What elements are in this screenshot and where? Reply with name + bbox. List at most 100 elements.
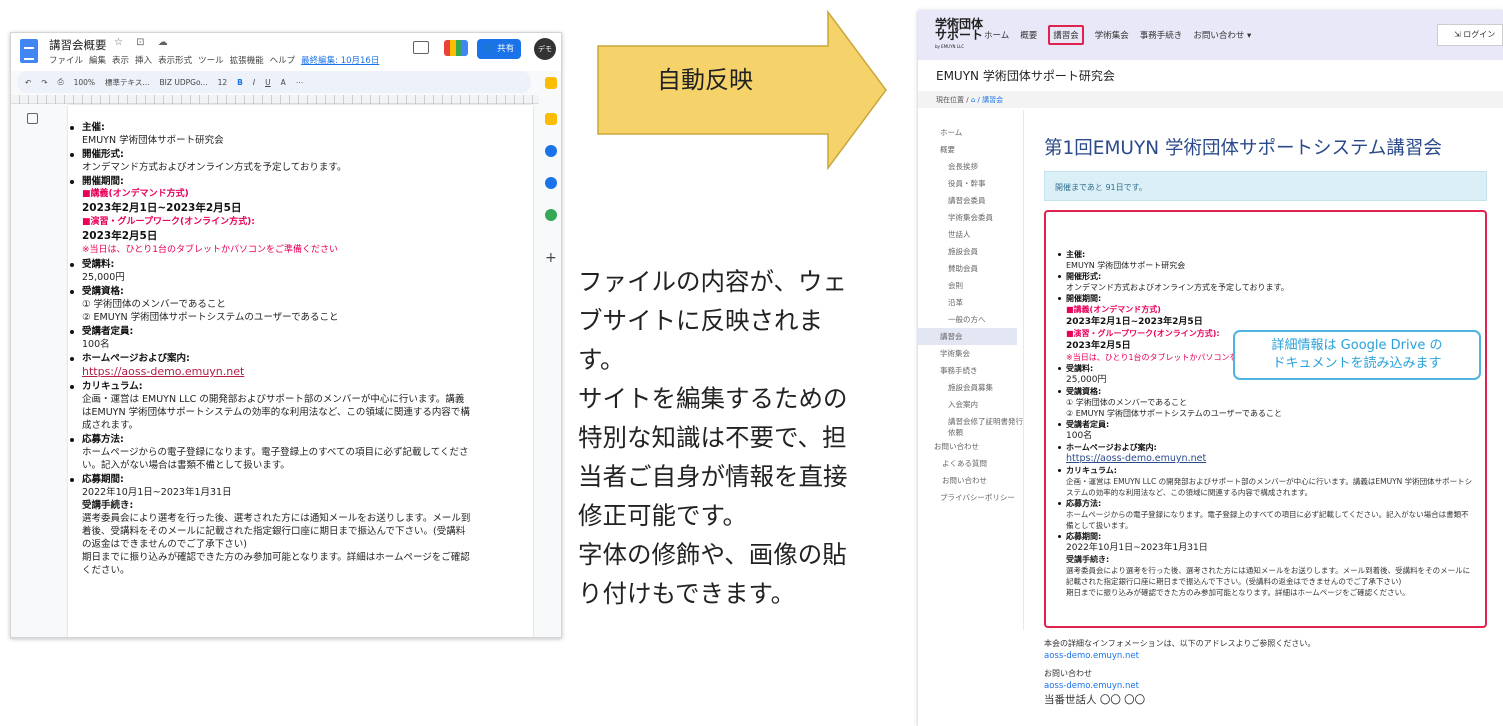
tasks-icon[interactable]: [545, 113, 557, 125]
bold-icon[interactable]: B: [237, 78, 243, 87]
comment-icon[interactable]: [413, 41, 429, 54]
arrow-label: 自動反映: [657, 66, 753, 94]
print-icon[interactable]: ⎙: [58, 77, 64, 87]
host-label: 主催:: [70, 121, 472, 134]
homepage-link[interactable]: https://aoss-demo.emuyn.net: [1066, 453, 1474, 465]
document-body[interactable]: 主催: EMUYN 学術団体サポート研究会 開催形式: オンデマンド方式およびオ…: [70, 120, 472, 577]
sidebar-item[interactable]: 入会案内: [918, 396, 1023, 413]
caption-line: 字体の修飾や、画像の貼: [578, 540, 847, 569]
sidebar-item[interactable]: 会長挨拶: [918, 158, 1023, 175]
undo-icon[interactable]: ↶: [25, 78, 31, 87]
meet-icon[interactable]: [444, 40, 468, 56]
login-button[interactable]: ⇲ ログイン: [1437, 24, 1503, 46]
menu-extensions[interactable]: 拡張機能: [230, 54, 264, 66]
nav-contact[interactable]: お問い合わせ ▾: [1193, 29, 1251, 45]
sidebar-item[interactable]: お問い合わせ: [918, 438, 1023, 455]
breadcrumb-current[interactable]: / 講習会: [978, 96, 1004, 104]
docs-toolbar: ↶ ↷ ⎙ 100% 標準テキス... BIZ UDPGo... 12 B I …: [17, 71, 531, 93]
nav-conference[interactable]: 学術集会: [1095, 29, 1129, 45]
underline-icon[interactable]: U: [265, 78, 271, 87]
avatar[interactable]: デモ: [534, 38, 556, 60]
apply-label: 応募方法:: [1058, 498, 1474, 509]
lecture-dates: 2023年2月1日~2023年2月5日: [82, 202, 242, 214]
footer-link[interactable]: aoss-demo.emuyn.net: [1044, 650, 1315, 662]
sidebar-item[interactable]: 事務手続き: [918, 362, 1023, 379]
sidebar-item[interactable]: 会則: [918, 277, 1023, 294]
contacts-icon[interactable]: [545, 177, 557, 189]
more-icon[interactable]: ⋯: [296, 78, 304, 87]
sidebar-item[interactable]: 概要: [918, 141, 1023, 158]
logo-line-2: サポート: [935, 28, 984, 42]
calendar-icon[interactable]: [545, 145, 557, 157]
menu-view[interactable]: 表示: [112, 54, 129, 66]
nav-seminar[interactable]: 講習会: [1048, 25, 1084, 45]
font-select[interactable]: BIZ UDPGo...: [159, 78, 207, 87]
sidebar-item[interactable]: 役員・幹事: [918, 175, 1023, 192]
italic-icon[interactable]: I: [253, 78, 255, 87]
footer-contact-link[interactable]: aoss-demo.emuyn.net: [1044, 680, 1315, 692]
docs-logo-icon[interactable]: [20, 39, 38, 63]
curriculum-text: 企画・運営は EMUYN LLC の開発部およびサポート部のメンバーが中心に行い…: [1066, 477, 1473, 497]
sidebar-item[interactable]: ホーム: [918, 124, 1023, 141]
sidebar-item[interactable]: プライバシーポリシー: [918, 489, 1023, 506]
sidebar-item[interactable]: 学術集会: [918, 345, 1023, 362]
menu-help[interactable]: ヘルプ: [270, 54, 296, 66]
countdown-alert: 開催まであと 91日です。: [1044, 171, 1487, 201]
sidebar-item[interactable]: お問い合わせ: [918, 472, 1023, 489]
menu-format[interactable]: 表示形式: [158, 54, 192, 66]
format-value: オンデマンド方式およびオンライン方式を予定しております。: [1066, 283, 1289, 292]
capacity-value: 100名: [82, 339, 110, 350]
sidebar-item[interactable]: 学術集会委員: [918, 209, 1023, 226]
nav-procedures[interactable]: 事務手続き: [1140, 29, 1183, 45]
qualification-label: 受講資格:: [70, 285, 472, 298]
menu-file[interactable]: ファイル: [49, 54, 83, 66]
site-content-list: 主催: EMUYN 学術団体サポート研究会 開催形式: オンデマンド方式およびオ…: [1058, 249, 1474, 598]
sidebar-item[interactable]: 施設会員募集: [918, 379, 1023, 396]
home-icon[interactable]: ⌂: [971, 96, 975, 104]
share-button[interactable]: 👤 共有: [477, 39, 521, 59]
site-logo[interactable]: 学術団体 サポート by EMUYN LLC: [935, 18, 984, 52]
font-size-input[interactable]: 12: [218, 78, 228, 87]
homepage-label: ホームページおよび案内:: [70, 352, 472, 365]
sidebar-item[interactable]: 沿革: [918, 294, 1023, 311]
redo-icon[interactable]: ↷: [41, 78, 47, 87]
outline-icon[interactable]: [27, 113, 38, 124]
sidebar-item[interactable]: 講習会委員: [918, 192, 1023, 209]
workshop-label: ■演習・グループワーク(オンライン方式):: [82, 217, 255, 227]
homepage-link[interactable]: https://aoss-demo.emuyn.net: [82, 365, 472, 379]
sidebar-item[interactable]: 依頼: [918, 428, 1023, 438]
sidebar-item[interactable]: 世話人: [918, 226, 1023, 243]
lecture-dates: 2023年2月1日~2023年2月5日: [1066, 316, 1203, 327]
homepage-label: ホームページおよび案内:: [1058, 442, 1474, 453]
keep-icon[interactable]: [545, 77, 557, 89]
sidebar-item[interactable]: 施設会員: [918, 243, 1023, 260]
last-edit-link[interactable]: 最終編集: 10月16日: [301, 54, 379, 66]
add-addon-icon[interactable]: +: [545, 251, 557, 265]
capacity-label: 受講者定員:: [1058, 419, 1474, 430]
sidebar-item[interactable]: 講習会修了証明書発行: [918, 413, 1023, 428]
nav-home[interactable]: ホーム: [984, 29, 1009, 45]
capacity-value: 100名: [1066, 431, 1093, 441]
ruler[interactable]: [11, 95, 539, 104]
nav-overview[interactable]: 概要: [1020, 29, 1037, 45]
sidebar-item-active[interactable]: 講習会: [918, 328, 1017, 345]
text-color-icon[interactable]: A: [281, 78, 286, 87]
procedure-text-1: 選考委員会により選考を行った後、選考された方には通知メールをお送りします。メール…: [82, 513, 471, 550]
callout-bubble: 詳細情報は Google Drive の ドキュメントを読み込みます: [1233, 330, 1481, 380]
device-note: ※当日は、ひとり1台のタブレットかパソコンをご準備ください: [82, 245, 338, 255]
apply-period-value: 2022年10月1日~2023年1月31日: [82, 487, 232, 498]
menu-edit[interactable]: 編集: [89, 54, 106, 66]
sidebar-item[interactable]: よくある質問: [918, 455, 1023, 472]
qualification-label: 受講資格:: [1058, 386, 1474, 397]
maps-icon[interactable]: [545, 209, 557, 221]
star-move-cloud-icons[interactable]: ☆ ⊡ ☁: [114, 37, 173, 48]
sidebar-item[interactable]: 一般の方へ: [918, 311, 1023, 328]
docs-window: 講習会概要 ☆ ⊡ ☁ ファイル 編集 表示 挿入 表示形式 ツール 拡張機能 …: [10, 32, 562, 638]
qualification-1: ① 学術団体のメンバーであること: [1066, 398, 1188, 407]
document-title[interactable]: 講習会概要: [49, 37, 107, 53]
sidebar-item[interactable]: 賛助会員: [918, 260, 1023, 277]
style-select[interactable]: 標準テキス...: [105, 77, 149, 88]
menu-insert[interactable]: 挿入: [135, 54, 152, 66]
menu-tools[interactable]: ツール: [198, 54, 224, 66]
zoom-select[interactable]: 100%: [74, 78, 95, 87]
